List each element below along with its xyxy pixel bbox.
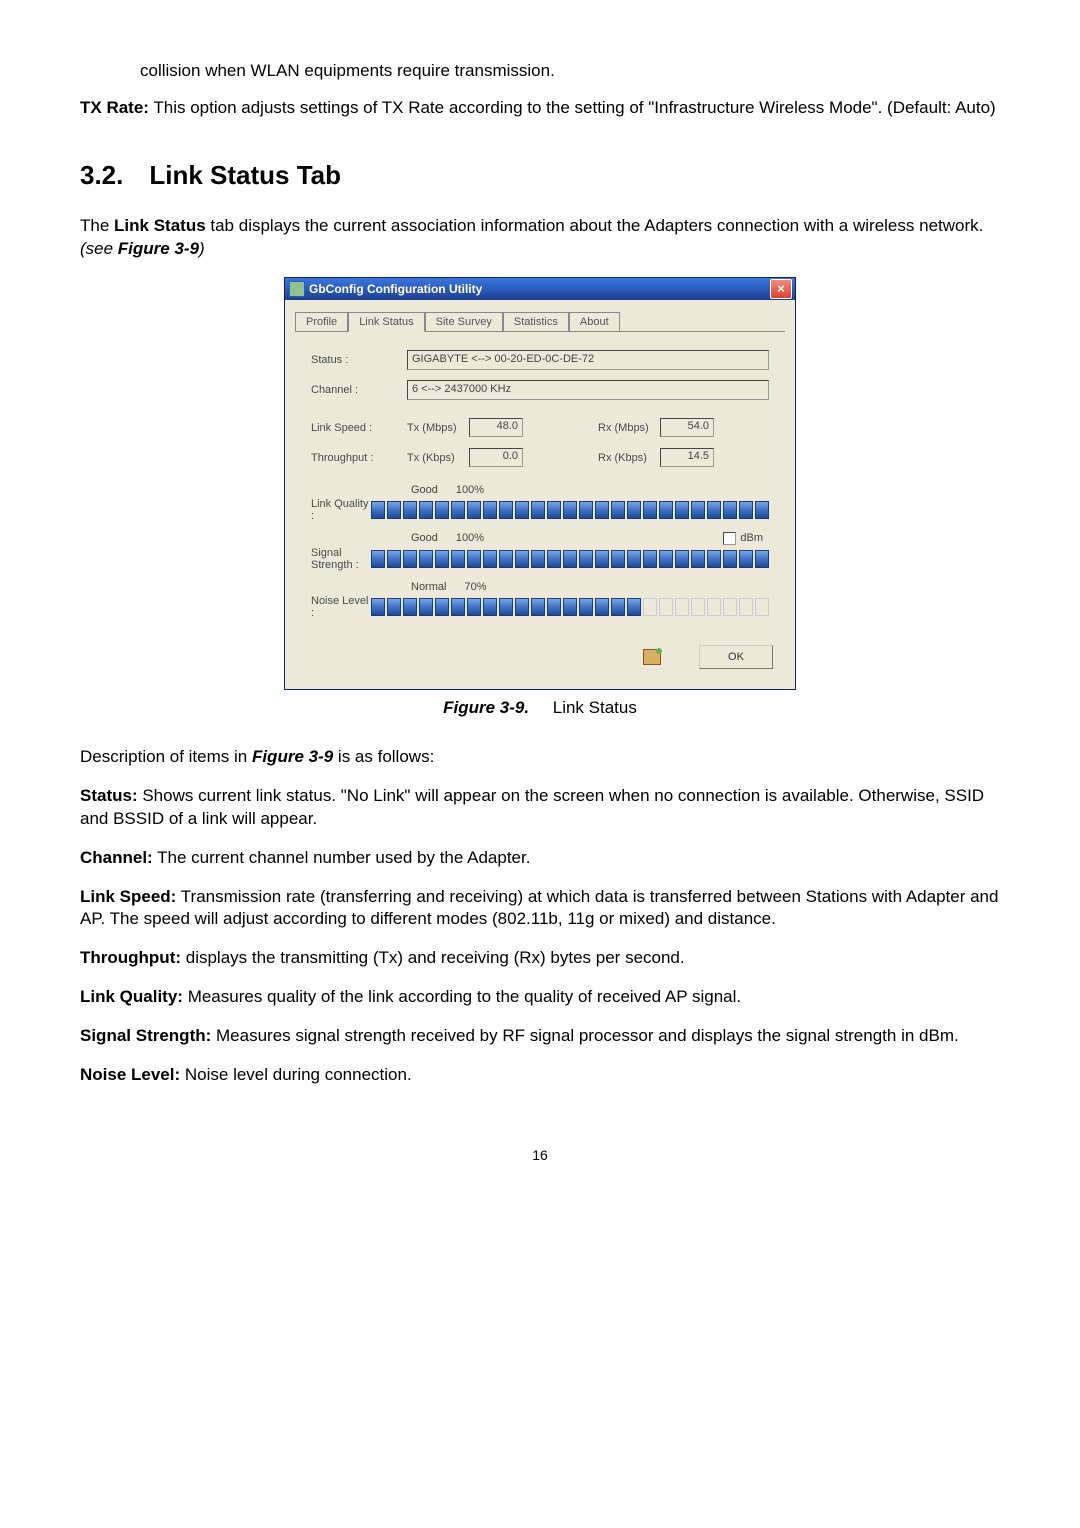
tab-about[interactable]: About <box>569 312 620 331</box>
figure-caption: Figure 3-9. Link Status <box>80 698 1000 718</box>
text: Description of items in <box>80 747 252 766</box>
def-label: Channel: <box>80 848 153 867</box>
close-button[interactable]: × <box>770 279 792 299</box>
rx-kbps-label: Rx (Kbps) <box>598 452 654 464</box>
def-signalstrength: Signal Strength: Measures signal strengt… <box>80 1025 1000 1048</box>
def-body: displays the transmitting (Tx) and recei… <box>181 948 685 967</box>
text: tab displays the current association inf… <box>206 216 984 235</box>
def-label: Status: <box>80 786 138 805</box>
status-value: GIGABYTE <--> 00-20-ED-0C-DE-72 <box>407 350 769 370</box>
tab-profile[interactable]: Profile <box>295 312 348 331</box>
titlebar: GbConfig Configuration Utility × <box>285 278 795 300</box>
window-title: GbConfig Configuration Utility <box>309 282 482 296</box>
def-label: Signal Strength: <box>80 1026 211 1045</box>
def-body: The current channel number used by the A… <box>153 848 531 867</box>
def-body: Shows current link status. "No Link" wil… <box>80 786 984 828</box>
def-label: Link Speed: <box>80 887 176 906</box>
def-throughput: Throughput: displays the transmitting (T… <box>80 947 1000 970</box>
lq-label: Link Quality : <box>311 498 371 522</box>
tab-statistics[interactable]: Statistics <box>503 312 569 331</box>
caption-text: Link Status <box>553 698 637 717</box>
tab-site-survey[interactable]: Site Survey <box>425 312 503 331</box>
def-linkquality: Link Quality: Measures quality of the li… <box>80 986 1000 1009</box>
ss-bars <box>371 550 769 568</box>
txrate-body-first: This option adjusts settings of TX Rate … <box>149 98 996 117</box>
def-status: Status: Shows current link status. "No L… <box>80 785 1000 831</box>
tx-mbps-label: Tx (Mbps) <box>407 422 463 434</box>
def-channel: Channel: The current channel number used… <box>80 847 1000 870</box>
channel-value: 6 <--> 2437000 KHz <box>407 380 769 400</box>
rx-mbps-label: Rx (Mbps) <box>598 422 654 434</box>
tab-link-status[interactable]: Link Status <box>348 312 424 332</box>
def-body: Noise level during connection. <box>180 1065 412 1084</box>
noise-label: Noise Level : <box>311 595 371 619</box>
def-label: Link Quality: <box>80 987 183 1006</box>
txrate-label: TX Rate: <box>80 98 149 117</box>
def-body: Measures signal strength received by RF … <box>211 1026 958 1045</box>
dbm-label: dBm <box>740 532 763 544</box>
intro-continuation: collision when WLAN equipments require t… <box>140 60 1000 83</box>
txrate-definition: TX Rate: This option adjusts settings of… <box>80 97 1000 120</box>
tx-kbps-value: 0.0 <box>469 448 523 467</box>
section-heading: 3.2. Link Status Tab <box>80 160 1000 191</box>
ok-button[interactable]: OK <box>699 645 773 669</box>
config-dialog: GbConfig Configuration Utility × Profile… <box>284 277 796 690</box>
text: (see <box>80 239 118 258</box>
app-icon <box>289 281 305 297</box>
text: Figure 3-9 <box>252 747 333 766</box>
page-number: 16 <box>80 1147 1000 1163</box>
intro-paragraph: The Link Status tab displays the current… <box>80 215 1000 261</box>
noise-status: Normal <box>411 581 446 593</box>
ss-pct: 100% <box>456 532 484 544</box>
noise-bars <box>371 598 769 616</box>
def-noise: Noise Level: Noise level during connecti… <box>80 1064 1000 1087</box>
lq-pct: 100% <box>456 484 484 496</box>
def-body: Measures quality of the link according t… <box>183 987 741 1006</box>
status-label: Status : <box>311 354 407 366</box>
text: The <box>80 216 114 235</box>
noise-pct: 70% <box>464 581 486 593</box>
def-label: Noise Level: <box>80 1065 180 1084</box>
tx-kbps-label: Tx (Kbps) <box>407 452 463 464</box>
linkspeed-label: Link Speed : <box>311 422 407 434</box>
def-linkspeed: Link Speed: Transmission rate (transferr… <box>80 886 1000 932</box>
dbm-checkbox[interactable] <box>723 532 736 545</box>
channel-label: Channel : <box>311 384 407 396</box>
text: Link Status <box>114 216 206 235</box>
signal-strength-meter: Good 100% dBm Signal Strength : <box>311 532 769 571</box>
tabstrip: Profile Link Status Site Survey Statisti… <box>295 312 785 332</box>
def-label: Throughput: <box>80 948 181 967</box>
tray-icon[interactable] <box>643 649 661 665</box>
ss-label: Signal Strength : <box>311 547 371 571</box>
rx-kbps-value: 14.5 <box>660 448 714 467</box>
caption-fig: Figure 3-9. <box>443 698 529 717</box>
text: Figure 3-9 <box>118 239 199 258</box>
lq-bars <box>371 501 769 519</box>
def-body: Transmission rate (transferring and rece… <box>80 887 998 929</box>
ss-status: Good <box>411 532 438 544</box>
text: ) <box>199 239 205 258</box>
desc-intro: Description of items in Figure 3-9 is as… <box>80 746 1000 769</box>
lq-status: Good <box>411 484 438 496</box>
throughput-label: Throughput : <box>311 452 407 464</box>
link-quality-meter: Good 100% Link Quality : <box>311 484 769 522</box>
noise-level-meter: Normal 70% Noise Level : <box>311 581 769 619</box>
text: is as follows: <box>333 747 434 766</box>
rx-mbps-value: 54.0 <box>660 418 714 437</box>
tx-mbps-value: 48.0 <box>469 418 523 437</box>
